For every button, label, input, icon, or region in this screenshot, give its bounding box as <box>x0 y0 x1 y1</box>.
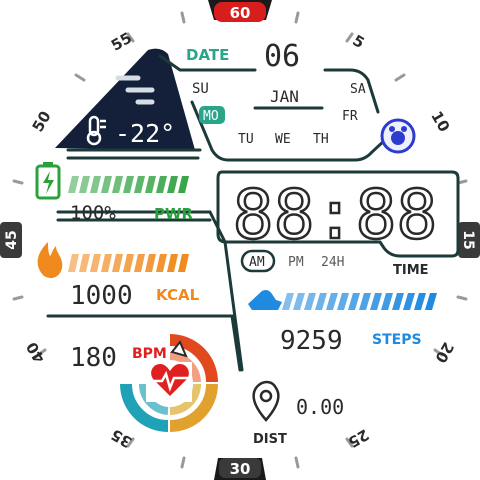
bar-segment <box>304 293 316 310</box>
bar-segment <box>359 293 371 310</box>
weekday-fr: FR <box>342 109 358 124</box>
weekday-su: SU <box>192 81 209 97</box>
bar-segment <box>381 293 393 310</box>
distance-label: DIST <box>253 432 287 447</box>
time-pm[interactable]: PM <box>288 255 304 270</box>
marker-40: 40 <box>23 339 49 366</box>
calories-label: KCAL <box>156 286 200 304</box>
bar-segment <box>282 293 294 310</box>
distance-value: 0.00 <box>296 395 344 419</box>
bar-segment <box>134 176 145 193</box>
marker-30: 30 <box>230 460 251 478</box>
bar-segment <box>293 293 305 310</box>
marker-25: 25 <box>345 425 372 451</box>
alarm-clock-icon[interactable] <box>380 118 416 154</box>
bar-segment <box>112 254 123 272</box>
steps-bar <box>282 293 437 310</box>
time-digits: 88:88 <box>233 176 438 255</box>
bar-segment <box>337 293 349 310</box>
bar-segment <box>145 254 156 272</box>
calories-bar <box>68 254 189 272</box>
weekday-tu: TU <box>238 132 254 147</box>
marker-15: 15 <box>460 230 476 249</box>
bar-segment <box>425 293 437 310</box>
battery-icon <box>35 162 61 200</box>
bar-segment <box>178 176 189 193</box>
heart-value: 180 <box>70 343 117 373</box>
battery-bar <box>68 176 189 193</box>
bar-segment <box>370 293 382 310</box>
bar-segment <box>123 254 134 272</box>
bar-segment <box>326 293 338 310</box>
bar-segment <box>145 176 156 193</box>
bar-segment <box>123 176 134 193</box>
bar-segment <box>68 254 79 272</box>
weekday-sa: SA <box>350 82 366 97</box>
bar-segment <box>90 176 101 193</box>
bar-segment <box>156 176 167 193</box>
bar-segment <box>403 293 415 310</box>
heart-label: BPM <box>132 346 167 362</box>
time-label: TIME <box>393 263 429 278</box>
marker-50: 50 <box>29 108 55 135</box>
location-pin-icon <box>252 380 280 422</box>
calories-value: 1000 <box>70 281 133 311</box>
bar-segment <box>392 293 404 310</box>
bar-segment <box>156 254 167 272</box>
date-month: JAN <box>270 87 299 106</box>
bar-segment <box>348 293 360 310</box>
bar-segment <box>315 293 327 310</box>
bar-segment <box>68 176 79 193</box>
bar-segment <box>101 176 112 193</box>
date-day: 06 <box>264 39 300 74</box>
bar-segment <box>79 254 90 272</box>
date-label: DATE <box>186 46 229 64</box>
battery-value: 100% <box>70 202 116 224</box>
marker-20: 20 <box>431 339 457 366</box>
bar-segment <box>167 254 178 272</box>
battery-label: PWR <box>154 205 194 223</box>
weekday-we: WE <box>275 132 291 147</box>
flame-icon <box>37 242 63 279</box>
marker-10: 10 <box>427 108 453 135</box>
bar-segment <box>90 254 101 272</box>
bar-segment <box>178 254 189 272</box>
time-24h[interactable]: 24H <box>321 255 344 270</box>
bar-segment <box>134 254 145 272</box>
marker-35: 35 <box>108 425 135 451</box>
bar-segment <box>112 176 123 193</box>
time-am[interactable]: AM <box>249 255 265 270</box>
marker-60: 60 <box>230 4 251 22</box>
shoe-icon <box>248 290 282 310</box>
steps-label: STEPS <box>372 332 422 348</box>
bar-segment <box>414 293 426 310</box>
weekday-mo: MO <box>203 109 219 124</box>
bar-segment <box>101 254 112 272</box>
temperature-value: -22° <box>115 119 175 148</box>
marker-45: 45 <box>4 230 20 249</box>
marker-55: 55 <box>108 29 135 55</box>
weekday-th: TH <box>313 132 329 147</box>
bar-segment <box>167 176 178 193</box>
bar-segment <box>79 176 90 193</box>
watch-face: 60 30 45 15 55 5 50 10 40 20 35 25 -22° <box>0 0 480 480</box>
steps-value: 9259 <box>280 326 343 356</box>
